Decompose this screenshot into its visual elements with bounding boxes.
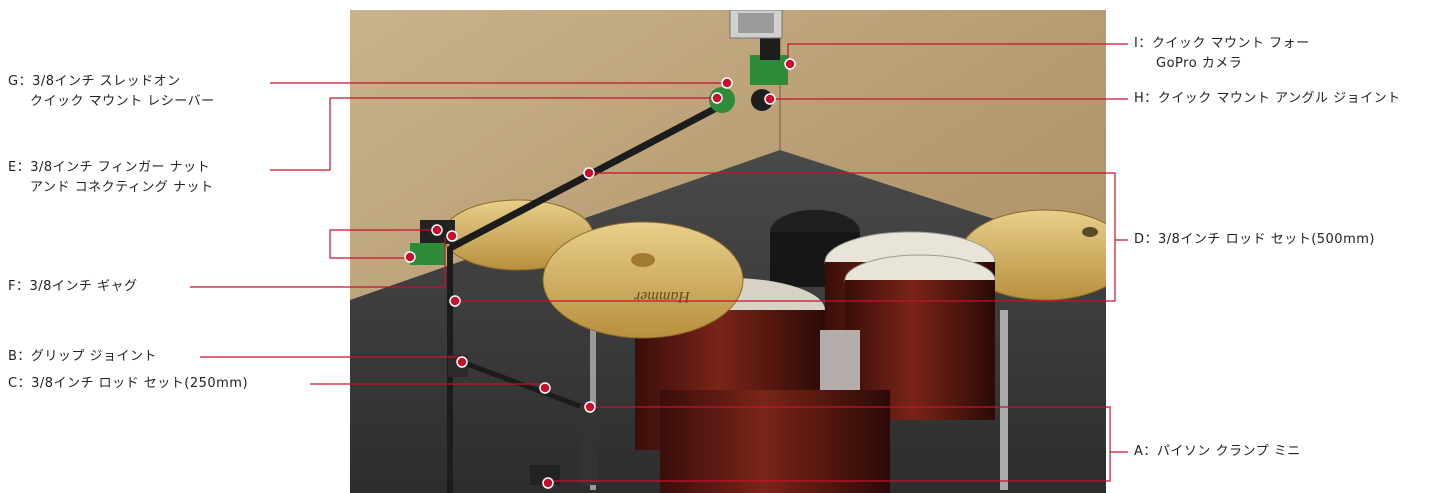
label-d-line1: D：3/8インチ ロッド セット(500mm): [1134, 232, 1375, 247]
label-c-line1: C：3/8インチ ロッド セット(250mm): [8, 376, 249, 391]
label-d: D：3/8インチ ロッド セット(500mm): [1134, 230, 1375, 250]
label-f-line1: F：3/8インチ ギャグ: [8, 279, 138, 294]
label-b-line1: B：グリップ ジョイント: [8, 349, 158, 364]
label-e: E：3/8インチ フィンガー ナット アンド コネクティング ナット: [8, 158, 213, 198]
label-b: B：グリップ ジョイント: [8, 347, 157, 367]
label-g: G：3/8インチ スレッドオン クイック マウント レシーバー: [8, 72, 215, 112]
label-f: F：3/8インチ ギャグ: [8, 277, 138, 297]
label-g-line1: G：3/8インチ スレッドオン: [8, 74, 181, 89]
label-h: H：クイック マウント アングル ジョイント: [1134, 89, 1401, 109]
label-e-line2: アンド コネクティング ナット: [30, 180, 214, 195]
label-i: I：クイック マウント フォー GoPro カメラ: [1134, 34, 1310, 74]
label-c: C：3/8インチ ロッド セット(250mm): [8, 374, 248, 394]
label-i-line2: GoPro カメラ: [1156, 56, 1243, 71]
label-g-line2: クイック マウント レシーバー: [30, 94, 215, 109]
cymbal-logo: Hammer: [633, 288, 691, 305]
label-a-line1: A：パイソン クランプ ミニ: [1134, 444, 1301, 459]
drum-kit-photo: Hammer: [350, 10, 1106, 493]
label-h-line1: H：クイック マウント アングル ジョイント: [1134, 91, 1401, 106]
label-i-line1: I：クイック マウント フォー: [1134, 36, 1310, 51]
label-e-line1: E：3/8インチ フィンガー ナット: [8, 160, 211, 175]
label-a: A：パイソン クランプ ミニ: [1134, 442, 1301, 462]
photo-illustration: Hammer: [350, 10, 1106, 493]
